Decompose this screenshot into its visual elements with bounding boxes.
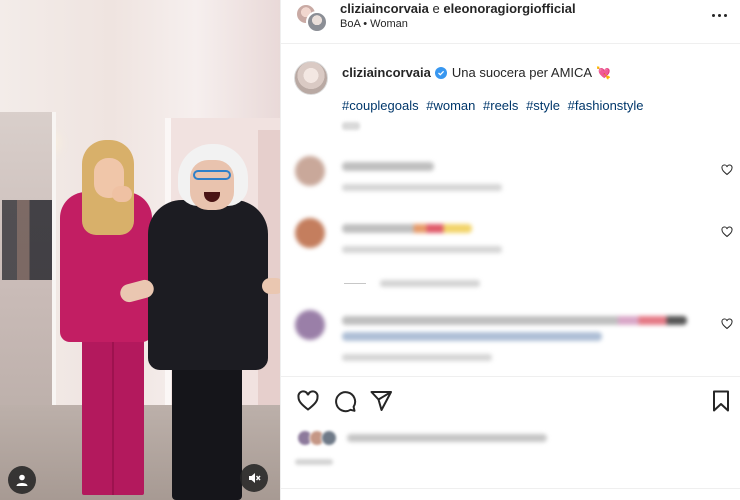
- more-horizontal-icon: [711, 13, 715, 17]
- user-tag-button[interactable]: [8, 466, 36, 494]
- bookmark-icon[interactable]: [709, 389, 733, 413]
- comment: [281, 218, 740, 270]
- heart-outline-icon[interactable]: [296, 389, 320, 413]
- speaker-muted-icon: [249, 473, 261, 483]
- post-authors: cliziaincorvaia e eleonoragiorgiofficial: [340, 1, 576, 16]
- add-comment-bar[interactable]: [281, 488, 740, 500]
- hashtag-link[interactable]: #style: [526, 98, 560, 113]
- collab-avatars[interactable]: [295, 3, 329, 33]
- user-icon: [16, 474, 28, 486]
- comment: [281, 156, 740, 208]
- clothing-rack: [2, 200, 52, 280]
- likes-text-blurred: [347, 434, 547, 442]
- author-username-link[interactable]: cliziaincorvaia: [340, 1, 429, 16]
- hashtags: #couplegoals #woman #reels #style #fashi…: [342, 98, 648, 113]
- heart-outline-icon[interactable]: [721, 226, 733, 238]
- person-black-outfit: [148, 200, 268, 370]
- hashtag-link[interactable]: #fashionstyle: [568, 98, 644, 113]
- post-details-panel: cliziaincorvaia e eleonoragiorgiofficial…: [280, 0, 740, 500]
- more-horizontal-icon: [717, 13, 721, 17]
- avatar[interactable]: [295, 218, 325, 248]
- comment-text-blurred: [342, 332, 602, 341]
- hashtag-link[interactable]: #woman: [426, 98, 475, 113]
- paper-plane-icon[interactable]: [369, 389, 393, 413]
- avatar[interactable]: [306, 11, 328, 33]
- blue-glasses: [193, 170, 231, 180]
- avatar[interactable]: [295, 156, 325, 186]
- hashtag-link[interactable]: #couplegoals: [342, 98, 419, 113]
- comment-text-blurred: [342, 162, 434, 171]
- person-black-outfit-hand-right: [262, 278, 280, 294]
- post-header: cliziaincorvaia e eleonoragiorgiofficial…: [281, 0, 740, 44]
- caption-timestamp: [342, 122, 360, 130]
- likes-summary[interactable]: [295, 428, 735, 450]
- verified-badge-icon: [434, 66, 447, 79]
- view-replies-button[interactable]: [344, 280, 494, 288]
- avatar: [321, 430, 337, 446]
- person-pink-suit-hand: [112, 186, 132, 202]
- replies-line: [344, 283, 366, 284]
- more-horizontal-icon: [723, 13, 727, 17]
- author-conjunction: e: [432, 1, 440, 16]
- comment-bubble-icon[interactable]: [333, 389, 357, 413]
- replies-label-blurred: [380, 280, 480, 287]
- post-media[interactable]: [0, 0, 280, 500]
- action-bar: [281, 376, 740, 424]
- post-date-blurred: [295, 459, 333, 465]
- person-black-outfit-face: [190, 160, 234, 210]
- comment-meta-blurred: [342, 184, 502, 191]
- comment-meta-blurred: [342, 246, 502, 253]
- caption-text-line: cliziaincorvaia Una suocera per AMICA 💘: [342, 65, 611, 80]
- more-options-button[interactable]: [707, 6, 731, 24]
- audio-info[interactable]: BoA • Woman: [340, 18, 408, 30]
- hashtag-link[interactable]: #reels: [483, 98, 518, 113]
- heart-emoji: 💘: [596, 65, 612, 80]
- heart-outline-icon[interactable]: [721, 318, 733, 330]
- comment-text-blurred: [342, 316, 687, 325]
- caption-text: Una suocera per AMICA: [451, 65, 593, 80]
- comment-text-blurred: [342, 224, 472, 233]
- comment-meta-blurred: [342, 354, 492, 361]
- comment: [281, 310, 740, 370]
- avatar[interactable]: [295, 310, 325, 340]
- heart-outline-icon[interactable]: [721, 164, 733, 176]
- mute-button[interactable]: [240, 464, 268, 492]
- avatar[interactable]: [294, 61, 328, 95]
- caption-username-link[interactable]: cliziaincorvaia: [342, 65, 431, 80]
- author-username-link[interactable]: eleonoragiorgiofficial: [443, 1, 575, 16]
